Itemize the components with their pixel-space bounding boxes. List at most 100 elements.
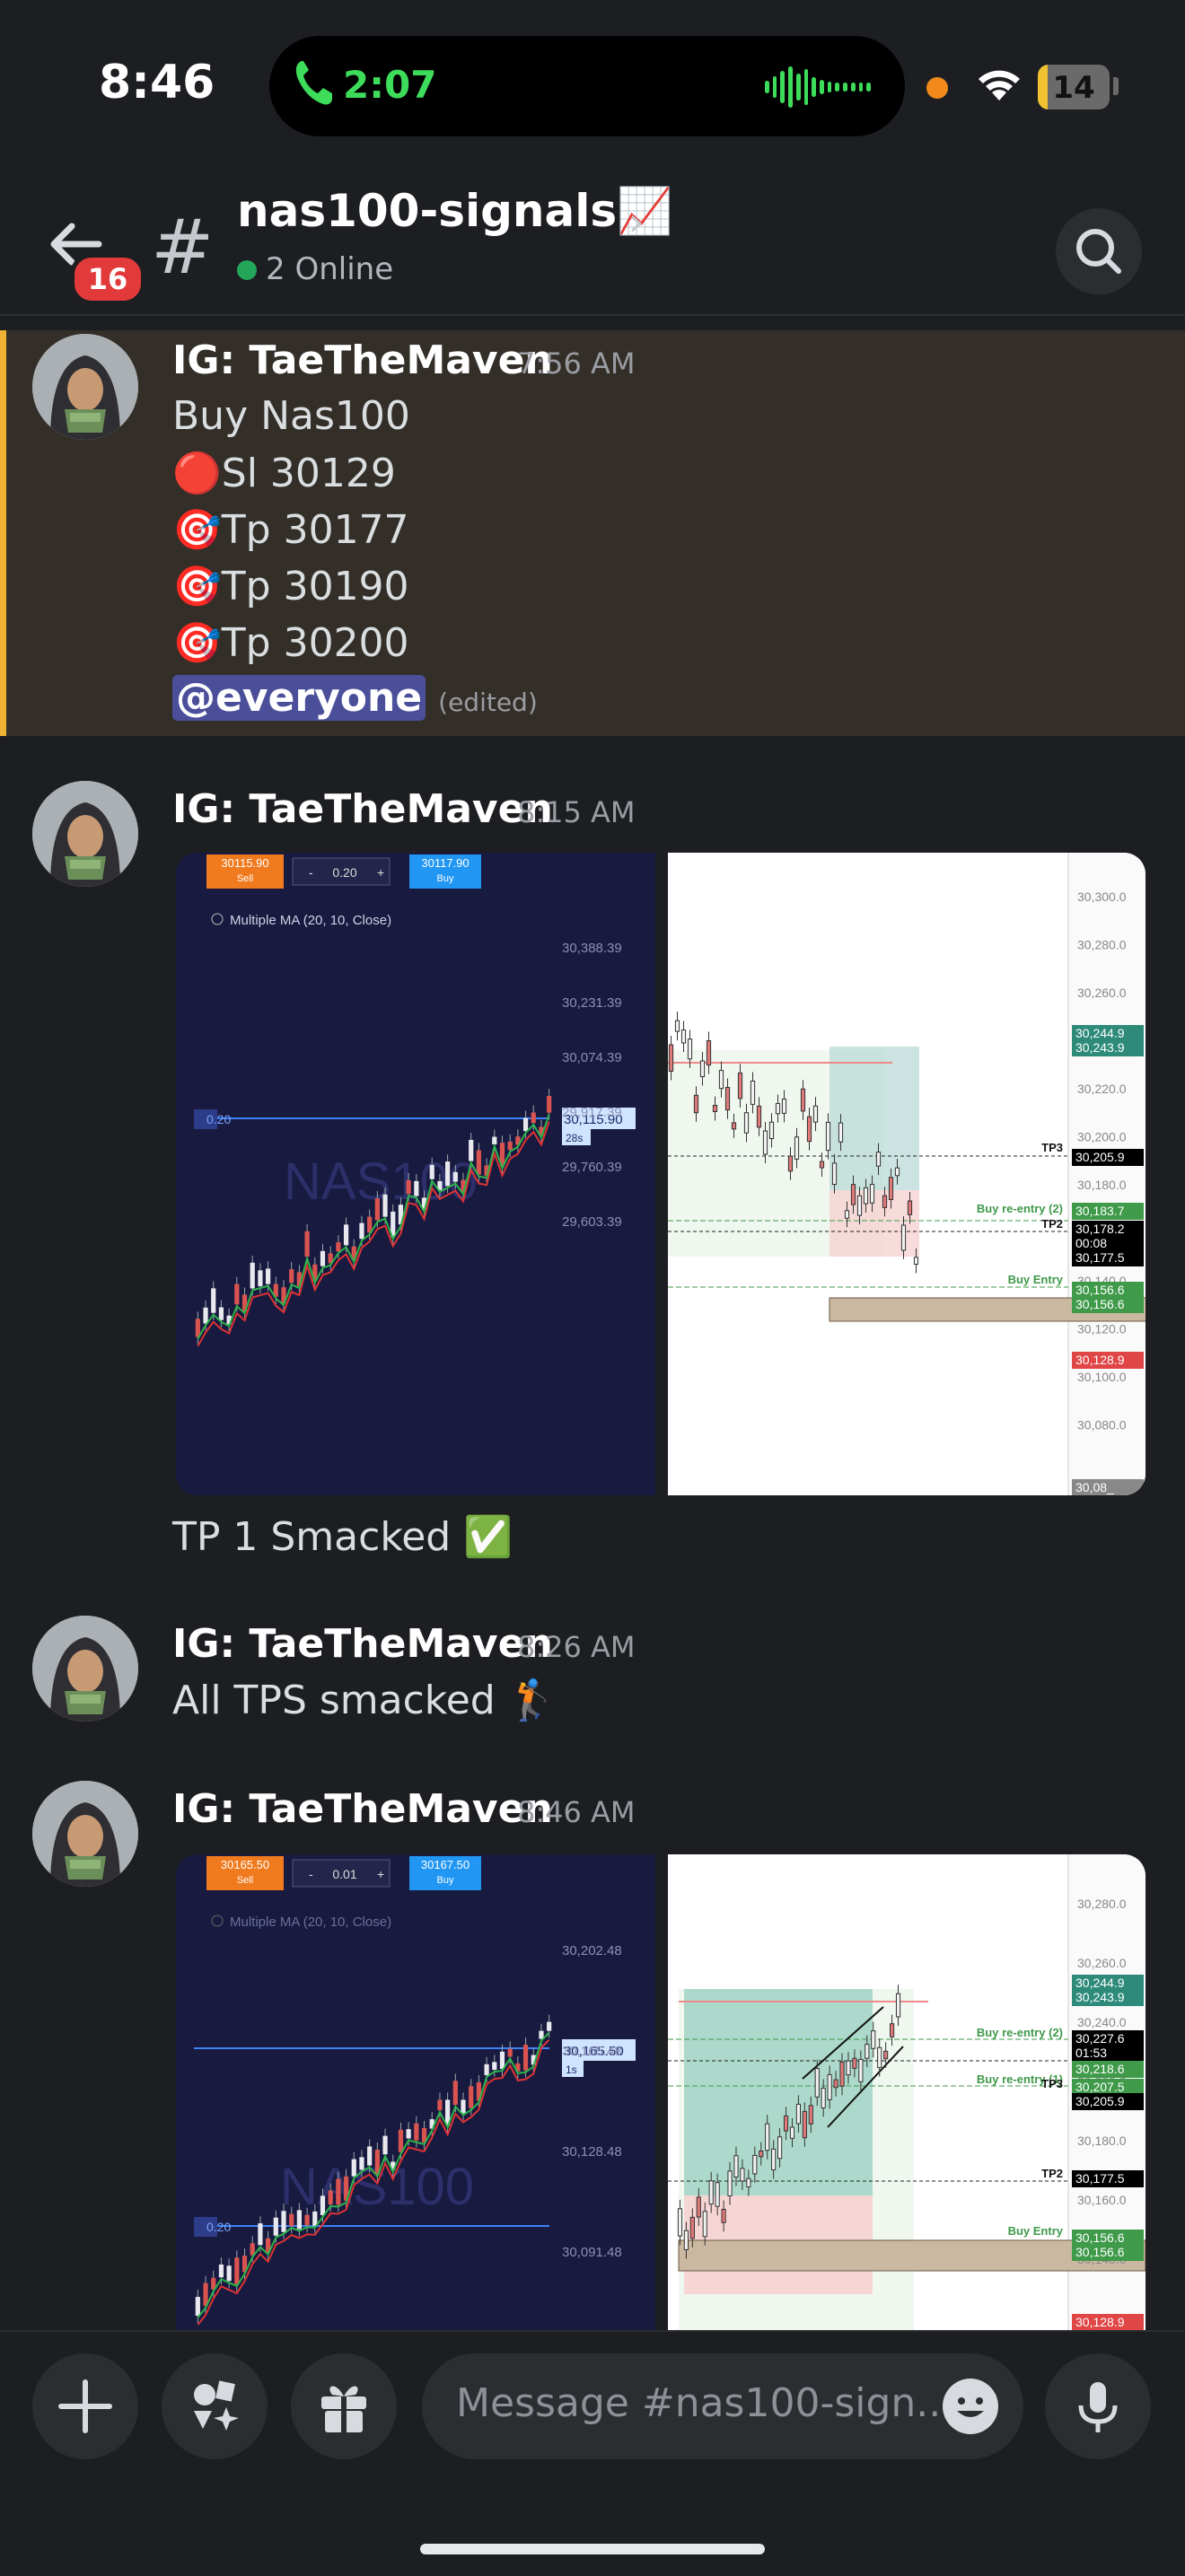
- candle: [846, 2060, 851, 2076]
- candle: [821, 2088, 826, 2108]
- candle: [234, 2257, 240, 2285]
- candle: [539, 2030, 544, 2039]
- candle: [328, 2190, 333, 2205]
- axis-tick-label: 30,100.0: [1077, 1370, 1127, 1384]
- indicator-label: Multiple MA (20, 10, Close): [230, 913, 391, 928]
- candle: [839, 2061, 845, 2087]
- price-chart: TP3 Buy re-entry (2) TP2 Buy Entry 30,300.0…: [668, 853, 1146, 1495]
- candle: [687, 1038, 693, 1060]
- axis-tick-label: 30,091.48: [562, 2245, 622, 2260]
- chart-screenshot-left[interactable]: 30165.50 Sell - 0.01 + 30167.50 Buy Mult…: [176, 1854, 655, 2330]
- avatar[interactable]: [32, 1616, 138, 1722]
- candle: [808, 2105, 813, 2125]
- chart-annotation: Buy re-entry (2): [977, 2026, 1063, 2039]
- avatar[interactable]: [32, 1781, 138, 1887]
- candle: [721, 2208, 726, 2223]
- candle: [871, 2030, 876, 2049]
- chart-annotation: TP2: [1041, 1217, 1063, 1231]
- axis-tick-label: 30,220.0: [1077, 1082, 1127, 1096]
- message-timestamp: 7:56 AM: [517, 346, 636, 381]
- voice-message-button[interactable]: [1045, 2353, 1151, 2459]
- everyone-mention[interactable]: @everyone: [172, 675, 426, 721]
- message-input-placeholder: Message #nas100-sign...: [456, 2380, 954, 2426]
- chart-screenshot-right[interactable]: TP3 Buy re-entry (2) TP2 Buy Entry 30,300.0…: [668, 853, 1146, 1495]
- message-author[interactable]: IG: TaeTheMaven: [172, 1621, 553, 1667]
- price-tag-label: 30,244.9: [1075, 1976, 1125, 1990]
- message-line: 🎯Tp 30190: [172, 564, 409, 609]
- message-author[interactable]: IG: TaeTheMaven: [172, 786, 553, 832]
- add-attachment-button[interactable]: [32, 2353, 138, 2459]
- axis-tick-label: 29,760.39: [562, 1160, 622, 1175]
- candle: [461, 2099, 466, 2114]
- gift-button[interactable]: [291, 2353, 397, 2459]
- candle: [869, 1184, 875, 1204]
- candle: [850, 1184, 856, 1205]
- candle: [771, 2148, 777, 2171]
- message-author[interactable]: IG: TaeTheMaven: [172, 1786, 553, 1832]
- message-line: 🎯Tp 30200: [172, 620, 409, 666]
- buy-label: Buy: [437, 873, 454, 884]
- candle: [492, 1136, 497, 1145]
- message-timestamp: 8:46 AM: [517, 1795, 636, 1829]
- candle: [336, 1242, 341, 1252]
- candle: [794, 1136, 800, 1160]
- price-tag-label: 30,207.5: [1075, 2080, 1125, 2094]
- candle: [708, 2180, 714, 2205]
- message-author[interactable]: IG: TaeTheMaven: [172, 337, 553, 383]
- gift-icon: [321, 2386, 366, 2432]
- candle: [336, 2178, 341, 2205]
- price-tag-label: 30,128.9: [1075, 1353, 1125, 1367]
- sell-label: Sell: [237, 873, 253, 884]
- price-tag-label: 00:08: [1075, 1236, 1107, 1250]
- avatar[interactable]: [32, 781, 138, 887]
- candle: [731, 1122, 737, 1130]
- candle: [833, 2079, 838, 2089]
- chevron-right-icon[interactable]: ›: [628, 199, 645, 245]
- home-indicator[interactable]: [420, 2544, 765, 2554]
- axis-tick-label: 29,603.39: [562, 1214, 622, 1230]
- chart-annotation: TP2: [1041, 2167, 1063, 2180]
- apps-button[interactable]: [162, 2353, 268, 2459]
- candle: [888, 1177, 894, 1200]
- battery-icon: 14: [1038, 65, 1110, 110]
- chart-screenshot-left[interactable]: 30115.90 Sell - 0.20 + 30117.90 Buy Mult…: [176, 853, 655, 1495]
- axis-tick-label: 29,917.39: [562, 1105, 622, 1120]
- emoji-icon[interactable]: [941, 2377, 1000, 2436]
- battery-percent: 14: [1052, 70, 1095, 106]
- axis-tick-label: 30,260.0: [1077, 1956, 1127, 1970]
- price-tag-label: 01:53: [1075, 2046, 1107, 2060]
- position-tag: 0.20: [206, 2220, 231, 2234]
- channel-name[interactable]: nas100-signals📈: [237, 185, 672, 238]
- price-tag-label: 30,183.7: [1075, 1204, 1125, 1218]
- channel-hash-icon: #: [151, 203, 215, 291]
- candle: [258, 2223, 263, 2246]
- candle: [522, 2045, 529, 2071]
- candle: [913, 1257, 919, 1266]
- phone-icon: [295, 61, 332, 105]
- search-button[interactable]: [1056, 208, 1142, 294]
- plus-icon: [58, 2379, 112, 2433]
- chart-annotation: TP3: [1041, 2077, 1063, 2090]
- candle: [359, 1222, 364, 1240]
- chart-screenshot-right[interactable]: Buy re-entry (2) Buy re-entry (1) TP3 TP2 Bu…: [668, 1854, 1146, 2330]
- wifi-icon: [979, 70, 1020, 101]
- candle: [762, 1130, 768, 1155]
- candle: [789, 2126, 795, 2139]
- axis-tick-label: 30,074.39: [562, 1050, 622, 1065]
- candle: [712, 1104, 718, 1112]
- candle: [203, 1307, 208, 1324]
- candle: [883, 2050, 889, 2060]
- axis-tick-label: 30,180.0: [1077, 2134, 1127, 2148]
- candle: [429, 1164, 434, 1179]
- candle: [783, 2115, 789, 2132]
- candle: [775, 1102, 781, 1115]
- message-caption: TP 1 Smacked ✅: [172, 1514, 514, 1560]
- candle: [875, 1152, 882, 1167]
- buy-label: Buy: [437, 1875, 454, 1886]
- candle: [777, 2136, 783, 2160]
- candle: [499, 2051, 505, 2070]
- candle: [689, 2216, 695, 2239]
- candle: [814, 2068, 820, 2098]
- axis-tick-label: 30,280.0: [1077, 938, 1127, 952]
- avatar[interactable]: [32, 334, 138, 440]
